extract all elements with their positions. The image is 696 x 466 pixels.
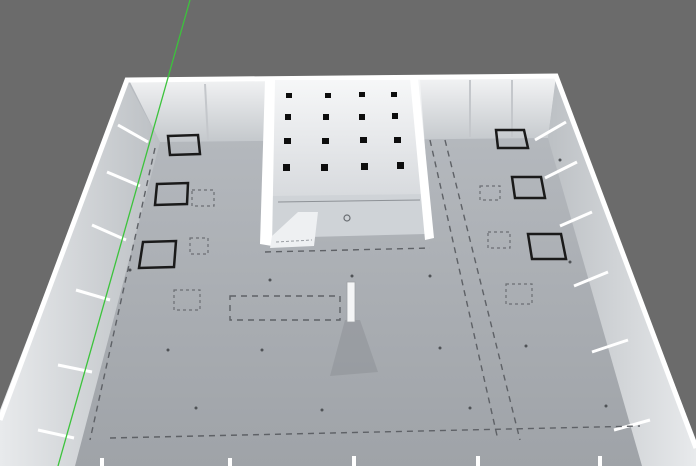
central-room[interactable]	[260, 78, 434, 248]
scene-canvas[interactable]	[0, 0, 696, 466]
3d-viewport[interactable]	[0, 0, 696, 466]
center-post[interactable]	[346, 281, 356, 323]
